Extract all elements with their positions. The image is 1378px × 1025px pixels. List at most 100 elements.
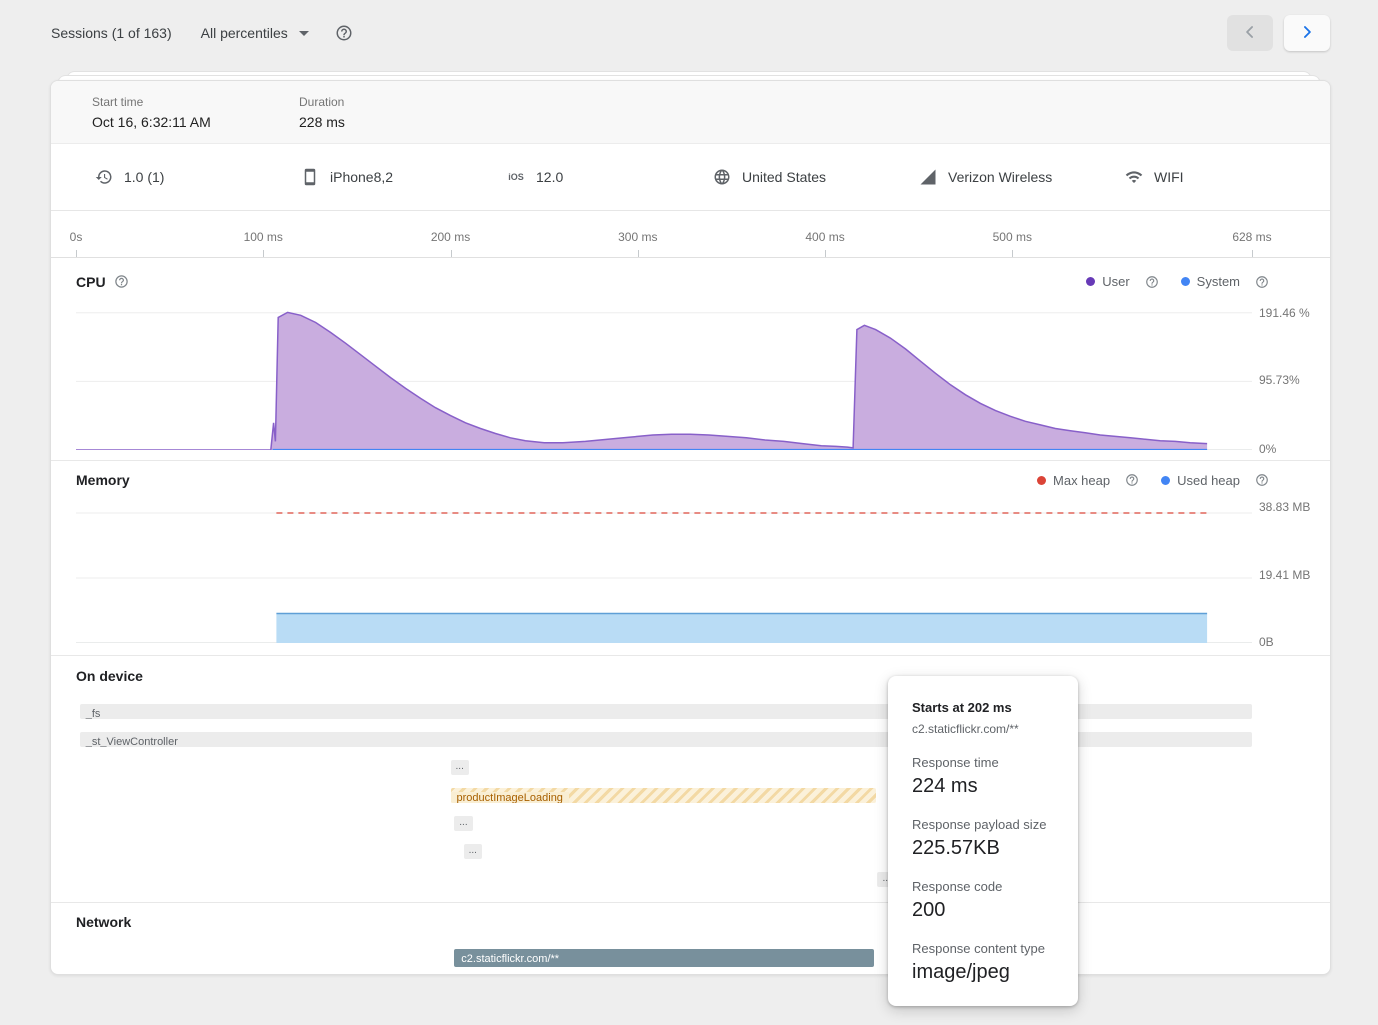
response-time-value: 224 ms	[912, 775, 1054, 798]
help-icon[interactable]	[1145, 275, 1159, 289]
device-model: iPhone8,2	[300, 168, 506, 186]
session-nav	[1227, 15, 1330, 51]
memory-section: Memory Max heap Used heap	[51, 461, 1330, 656]
globe-icon	[712, 168, 732, 186]
device-os-version: iOS 12.0	[506, 169, 712, 185]
system-color-dot	[1181, 277, 1190, 286]
used-heap-color-dot	[1161, 476, 1170, 485]
chevron-right-icon	[1297, 22, 1317, 45]
duration-value: 228 ms	[299, 114, 506, 130]
timeline-ruler-ticks: 0s100 ms200 ms300 ms400 ms500 ms628 ms	[76, 211, 1252, 257]
start-time-label: Start time	[92, 95, 299, 109]
chevron-down-icon	[299, 31, 309, 36]
max-heap-color-dot	[1037, 476, 1046, 485]
ruler-tick-mark	[638, 250, 639, 257]
help-icon[interactable]	[1255, 275, 1269, 289]
trace-label: productImageLoading	[451, 792, 569, 803]
network-section-title: Network	[76, 914, 131, 930]
cpu-section: CPU User System	[51, 258, 1330, 461]
ruler-tick-label: 628 ms	[1232, 230, 1271, 244]
help-icon[interactable]	[335, 24, 353, 42]
help-icon[interactable]	[1255, 473, 1269, 487]
cpu-y-tick: 0%	[1259, 442, 1315, 457]
trace-label: ...	[456, 761, 464, 772]
chevron-left-icon	[1240, 22, 1260, 45]
network-request-label: c2.staticflickr.com/**	[454, 953, 566, 965]
cpu-legend: User System	[1086, 274, 1269, 289]
ruler-tick-label: 300 ms	[618, 230, 657, 244]
app-version-history-icon	[94, 168, 114, 186]
legend-max-heap[interactable]: Max heap	[1037, 473, 1139, 488]
collapsed-trace-chip[interactable]: ...	[454, 816, 472, 831]
collapsed-trace-chip[interactable]: ...	[451, 760, 469, 775]
previous-session-button	[1227, 15, 1273, 51]
topbar: Sessions (1 of 163) All percentiles	[0, 0, 1378, 66]
memory-y-tick: 0B	[1259, 635, 1315, 650]
timeline-ruler: 0s100 ms200 ms300 ms400 ms500 ms628 ms	[51, 211, 1330, 258]
legend-cpu-system[interactable]: System	[1181, 274, 1269, 289]
legend-used-heap[interactable]: Used heap	[1161, 473, 1269, 488]
response-code-value: 200	[912, 899, 1054, 922]
percentiles-dropdown[interactable]: All percentiles	[199, 19, 311, 47]
on-device-section-title: On device	[76, 668, 143, 684]
device-app-version: 1.0 (1)	[94, 168, 300, 186]
device-attributes-row: 1.0 (1) iPhone8,2 iOS 12.0 United States…	[51, 144, 1330, 211]
response-time-label: Response time	[912, 755, 1054, 770]
ruler-tick-label: 500 ms	[993, 230, 1032, 244]
memory-title-row: Memory Max heap Used heap	[51, 461, 1330, 499]
response-content-type-value: image/jpeg	[912, 961, 1054, 984]
ruler-tick-label: 0s	[70, 230, 83, 244]
memory-chart-plot	[76, 499, 1252, 643]
memory-y-tick: 38.83 MB	[1259, 500, 1315, 515]
percentiles-dropdown-label: All percentiles	[201, 25, 288, 41]
duration-label: Duration	[299, 95, 506, 109]
network-request-bar[interactable]: c2.staticflickr.com/**	[454, 949, 873, 967]
tooltip-title: Starts at 202 ms	[912, 700, 1054, 715]
help-icon[interactable]	[114, 274, 129, 289]
cpu-chart-plot	[76, 306, 1252, 450]
cpu-chart[interactable]	[76, 306, 1252, 450]
trace-label: _fs	[80, 708, 107, 719]
start-time-value: Oct 16, 6:32:11 AM	[92, 114, 299, 130]
response-payload-size-value: 225.57KB	[912, 837, 1054, 860]
user-color-dot	[1086, 277, 1095, 286]
response-payload-size-label: Response payload size	[912, 817, 1054, 832]
network-title-row: Network	[51, 903, 1330, 941]
sessions-count-label: Sessions (1 of 163)	[51, 25, 172, 41]
ruler-tick-label: 200 ms	[431, 230, 470, 244]
trace-bar-productimageloading[interactable]: productImageLoading	[451, 788, 876, 803]
cpu-y-tick: 191.46 %	[1259, 306, 1315, 321]
cpu-section-title: CPU	[76, 274, 106, 290]
memory-legend: Max heap Used heap	[1037, 473, 1269, 488]
memory-section-title: Memory	[76, 472, 130, 488]
device-radio: WIFI	[1124, 168, 1330, 186]
ios-icon: iOS	[506, 172, 526, 182]
on-device-title-row: On device	[51, 656, 1330, 696]
network-section: Network c2.staticflickr.com/**	[51, 903, 1330, 974]
smartphone-icon	[300, 168, 320, 186]
next-session-button[interactable]	[1284, 15, 1330, 51]
wifi-icon	[1124, 168, 1144, 186]
duration-field: Duration 228 ms	[299, 95, 506, 143]
cellular-signal-icon	[918, 168, 938, 186]
response-code-label: Response code	[912, 879, 1054, 894]
cpu-title-row: CPU User System	[51, 258, 1330, 305]
tooltip-subtitle: c2.staticflickr.com/**	[912, 722, 1054, 736]
ruler-tick-label: 100 ms	[244, 230, 283, 244]
on-device-section: On device _fs _st_ViewController... produc…	[51, 656, 1330, 903]
legend-cpu-user[interactable]: User	[1086, 274, 1158, 289]
trace-label: _st_ViewController	[80, 736, 184, 747]
help-icon[interactable]	[1125, 473, 1139, 487]
request-details-tooltip: Starts at 202 ms c2.staticflickr.com/** …	[888, 676, 1078, 1006]
ruler-tick-mark	[1012, 250, 1013, 257]
session-card: Start time Oct 16, 6:32:11 AM Duration 2…	[50, 80, 1331, 975]
ruler-tick-mark	[451, 250, 452, 257]
ruler-tick-mark	[1252, 250, 1253, 257]
ruler-tick-mark	[825, 250, 826, 257]
collapsed-trace-chip[interactable]: ...	[464, 844, 482, 859]
ruler-tick-mark	[263, 250, 264, 257]
response-content-type-label: Response content type	[912, 941, 1054, 956]
trace-label: ...	[459, 817, 467, 828]
start-time-field: Start time Oct 16, 6:32:11 AM	[92, 95, 299, 143]
memory-chart[interactable]	[76, 499, 1252, 643]
